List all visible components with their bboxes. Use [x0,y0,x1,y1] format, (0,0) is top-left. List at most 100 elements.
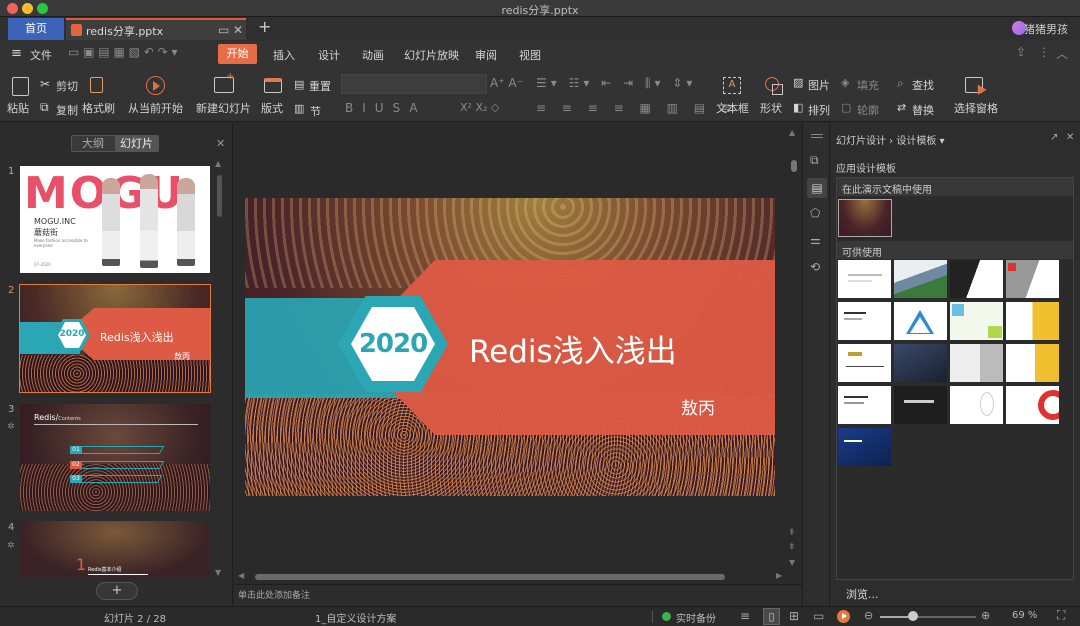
tab-slides[interactable]: 幻灯片 [115,136,158,151]
slide-title[interactable]: Redis浅入浅出 [469,326,677,371]
zoom-slider-handle[interactable] [908,611,918,621]
scroll-left-arrow[interactable]: ◀ [238,571,244,580]
slide-thumbnail-2[interactable]: 2020 Redis浅入浅出 敖丙 [20,285,210,392]
menu-view[interactable]: 视图 [519,47,541,63]
slide-author[interactable]: 敖丙 [681,394,715,419]
template-thumbnail[interactable] [1006,260,1059,298]
reading-view-icon[interactable]: ▭ [813,609,824,623]
font-size-controls[interactable]: A⁺ A⁻ [490,76,523,90]
scroll-down-arrow[interactable]: ▼ [215,568,221,577]
prev-slide-arrow[interactable]: ⇞ [788,528,796,538]
template-thumbnail[interactable] [1006,344,1059,382]
font-style-controls[interactable]: BIUSA [345,101,427,115]
arrange-button[interactable]: 排列 [808,102,830,118]
close-panel-icon[interactable]: ✕ [1066,132,1074,143]
layout-button[interactable]: 版式 [261,100,283,116]
scroll-up-arrow[interactable]: ▲ [215,159,221,168]
fit-window-icon[interactable]: ⛶ [1057,608,1065,623]
template-thumbnail[interactable] [838,260,891,298]
slide-thumbnail-3[interactable]: Redis/Contents 01 02 03 [20,404,210,511]
expand-panel-icon[interactable]: ↗ [1050,132,1058,143]
vertical-scrollbar[interactable] [791,160,797,172]
quick-access-icons[interactable]: ▭ ▣ ▤ ▦ ▧ ↶ ↷ ▾ [68,45,178,59]
backup-label[interactable]: 实时备份 [676,610,716,625]
user-avatar[interactable] [1012,21,1026,35]
collapse-ribbon-icon[interactable]: ︿ [1056,45,1068,62]
textbox-button[interactable]: 文本框 [716,100,749,116]
slide-sorter-icon[interactable]: ⊞ [789,609,799,623]
template-thumbnail[interactable] [950,344,1003,382]
template-thumbnail[interactable] [950,302,1003,340]
scroll-up-arrow[interactable]: ▲ [789,128,795,137]
copy-button[interactable]: 复制 [56,102,78,118]
hamburger-menu-icon[interactable]: ≡ [11,46,22,61]
menu-design[interactable]: 设计 [318,47,340,63]
settings-icon[interactable]: ⚌ [810,233,821,247]
zoom-out-icon[interactable]: ⊖ [864,609,873,622]
slide-thumbnail-1[interactable]: MOGU MOGU.INC 蘑菇街 Make fashion accessibl… [20,166,210,273]
select-pane-button[interactable]: 选择窗格 [954,100,998,116]
outline-button[interactable]: 轮廓 [857,102,879,118]
menu-insert[interactable]: 插入 [273,47,295,63]
template-thumbnail[interactable] [950,386,1003,424]
menu-animation[interactable]: 动画 [362,47,384,63]
find-button[interactable]: 查找 [912,77,934,93]
scroll-right-arrow[interactable]: ▶ [776,571,782,580]
new-slide-button[interactable]: 新建幻灯片 [196,100,251,116]
align-controls[interactable]: ≡ ≡ ≡ ≡ ▦ ▥ ▤ ≣ [536,101,737,115]
script-controls[interactable]: X² X₂ ◇ [460,101,499,114]
user-name[interactable]: 猪猪男孩 [1024,21,1068,37]
close-tab-icon[interactable]: ✕ [233,23,243,37]
template-thumbnail[interactable] [894,302,947,340]
template-thumbnail[interactable] [838,428,891,466]
design-template-icon[interactable]: ▤ [807,178,827,198]
menu-slideshow[interactable]: 幻灯片放映 [404,47,459,63]
new-tab-button[interactable]: + [258,17,271,36]
zoom-in-icon[interactable]: ⊕ [981,609,990,622]
browse-link[interactable]: 浏览... [846,586,879,602]
tab-home[interactable]: 首页 [8,18,64,40]
menu-review[interactable]: 审阅 [475,47,497,63]
section-button[interactable]: 节 [310,103,321,119]
thumbnail-scrollbar[interactable] [217,175,222,217]
current-template-thumbnail[interactable] [838,199,892,237]
template-thumbnail[interactable] [894,260,947,298]
history-icon[interactable]: ⟲ [810,260,820,274]
slide-canvas[interactable]: 2020 Redis浅入浅出 敖丙 [245,198,775,496]
from-current-button[interactable]: 从当前开始 [128,100,183,116]
notes-area[interactable]: 单击此处添加备注 [234,584,802,606]
tab-document[interactable]: redis分享.pptx ▭ ✕ [66,18,246,40]
slide-thumbnail-4[interactable]: 1 Redis基本介绍 [20,521,210,578]
monitor-icon[interactable]: ▭ [218,23,229,37]
reset-button[interactable]: 重置 [309,78,331,94]
template-thumbnail[interactable] [838,344,891,382]
horizontal-scrollbar[interactable] [255,574,725,580]
list-controls[interactable]: ☰▾ ☷▾ ⇤ ⇥ ⫼▾ ⇕▾ [536,76,696,91]
fill-button[interactable]: 填充 [857,77,879,93]
tab-outline[interactable]: 大纲 [72,136,114,151]
template-thumbnail[interactable] [894,386,947,424]
more-icon[interactable]: ⋮ [1038,45,1050,59]
design-breadcrumb[interactable]: 幻灯片设计 › 设计模板 ▾ [836,132,945,147]
template-thumbnail[interactable] [950,260,1003,298]
zoom-level[interactable]: 69 % [1012,610,1037,621]
shape-style-icon[interactable]: ⬠ [810,206,820,220]
template-thumbnail[interactable] [838,302,891,340]
template-thumbnail[interactable] [1006,386,1059,424]
format-painter-button[interactable]: 格式刷 [82,100,115,116]
picture-button[interactable]: 图片 [808,77,830,93]
template-thumbnail[interactable] [1006,302,1059,340]
notes-toggle-icon[interactable]: ≡ [740,609,750,623]
scroll-down-arrow[interactable]: ▼ [789,558,795,567]
paste-button[interactable]: 粘贴 [7,100,29,116]
menu-file[interactable]: 文件 [30,47,52,63]
template-thumbnail[interactable] [894,344,947,382]
normal-view-icon[interactable]: ▯ [763,608,780,625]
copy-format-icon[interactable]: ⧉ [810,153,819,168]
cut-button[interactable]: 剪切 [56,78,78,94]
replace-button[interactable]: 替换 [912,102,934,118]
template-thumbnail[interactable] [838,386,891,424]
shape-button[interactable]: 形状 [760,100,782,116]
font-name-dropdown[interactable] [341,74,487,94]
add-slide-button[interactable]: + [96,582,138,600]
